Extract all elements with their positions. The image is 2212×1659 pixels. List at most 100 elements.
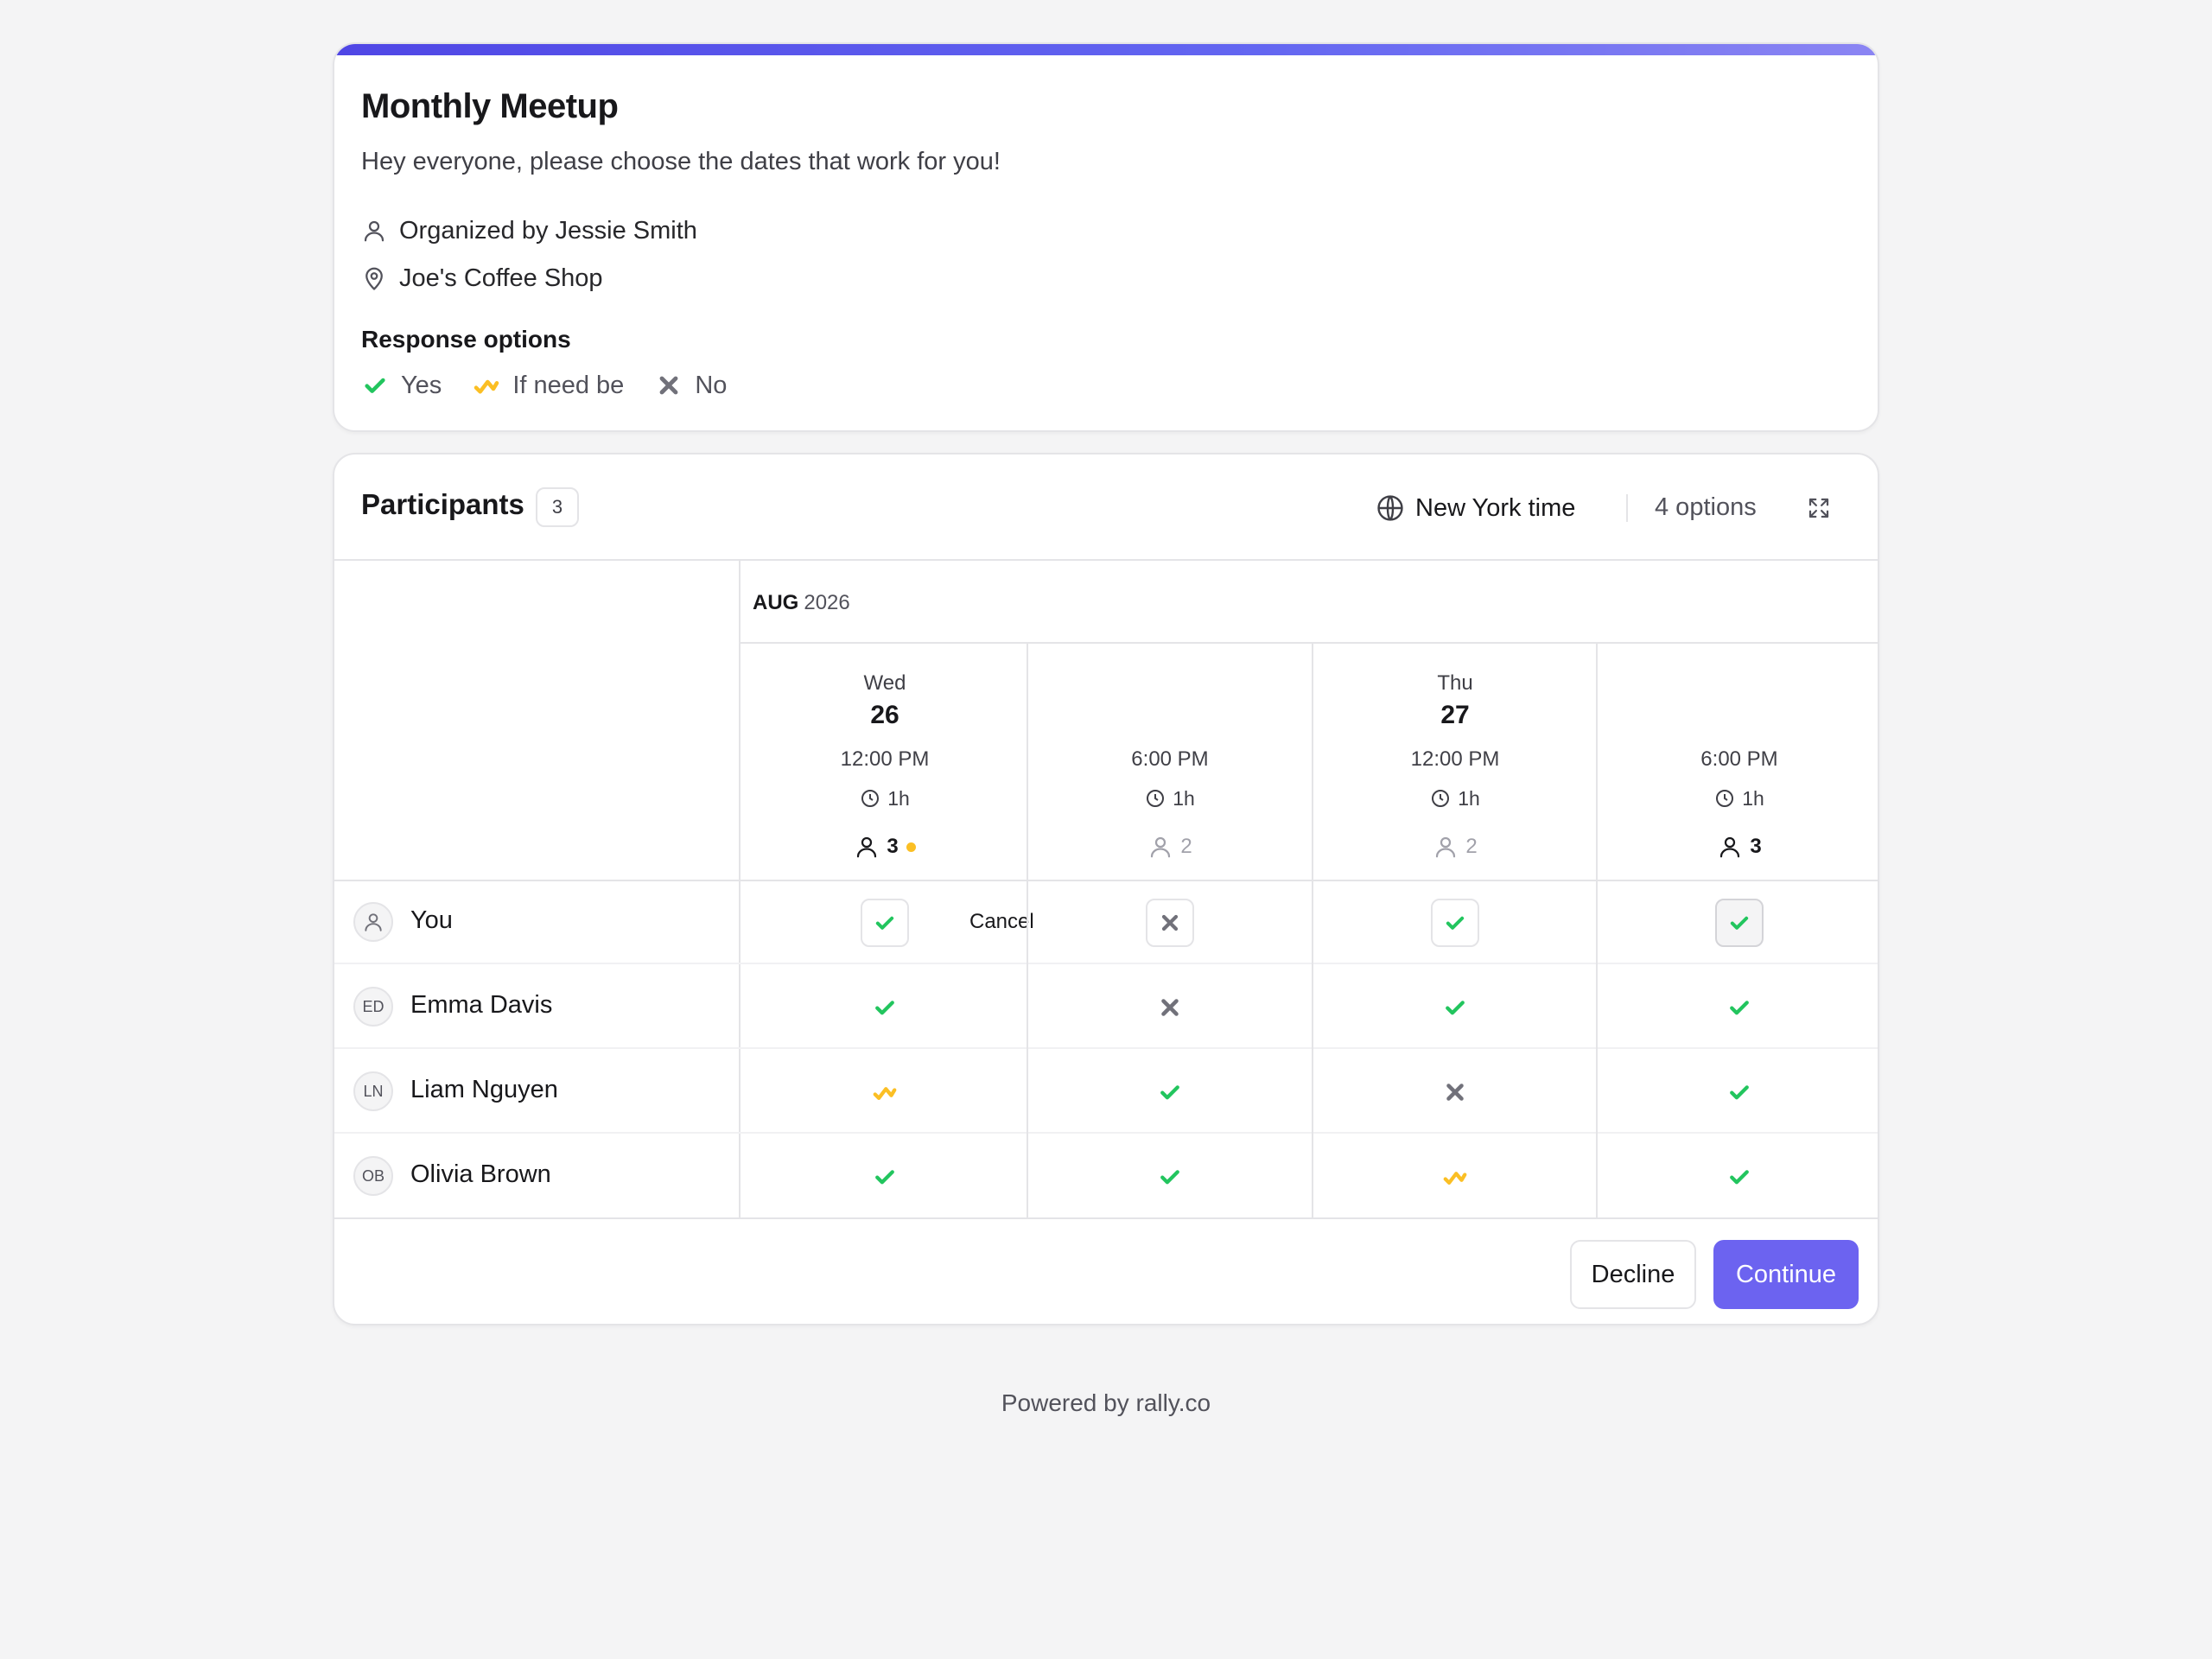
slot-count-value: 2 <box>1180 835 1192 858</box>
slot-count-value: 3 <box>887 835 899 858</box>
legend-yes: Yes <box>361 372 442 400</box>
clock-icon <box>861 790 880 807</box>
x-icon <box>659 376 678 395</box>
user-icon <box>1151 836 1171 858</box>
user-icon <box>1720 836 1740 858</box>
legend-no-label: No <box>695 371 728 399</box>
participant-row: OB Olivia Brown <box>334 1135 1878 1218</box>
vote-cell <box>1027 881 1312 964</box>
map-pin-icon <box>365 267 383 290</box>
participant-row: LN Liam Nguyen <box>334 1051 1878 1134</box>
vote-cell <box>1027 966 1312 1049</box>
day-weekday: Wed <box>863 671 906 695</box>
check-icon <box>1160 1085 1179 1100</box>
powered-by: Powered by rally.co <box>1001 1389 1211 1416</box>
avatar-initials: ED <box>362 997 385 1015</box>
if-need-be-icon <box>1443 1172 1467 1185</box>
slot-duration-label: 1h <box>1173 786 1195 810</box>
user-icon <box>1436 836 1456 858</box>
vote-cell <box>1596 1051 1878 1134</box>
month-header <box>741 561 1878 644</box>
expand-button[interactable] <box>1803 493 1834 524</box>
participant-name: You <box>410 906 453 934</box>
continue-button[interactable]: Continue <box>1713 1240 1859 1309</box>
location-text: Joe's Coffee Shop <box>399 264 603 292</box>
check-icon <box>1160 1170 1179 1185</box>
vote-cell <box>1596 966 1878 1049</box>
vote-cell <box>742 881 1027 964</box>
clock-icon <box>1147 790 1165 807</box>
avatar <box>353 902 393 942</box>
user-icon <box>364 220 385 242</box>
vote-toggle[interactable] <box>861 899 909 947</box>
check-icon <box>1730 1085 1749 1100</box>
vote-toggle[interactable] <box>1431 899 1479 947</box>
vote-cell <box>1312 881 1597 964</box>
user-icon <box>365 913 382 931</box>
day-number: 26 <box>870 701 899 729</box>
expand-icon <box>1808 498 1829 518</box>
vote-cell <box>1027 1051 1312 1134</box>
x-icon <box>1161 914 1179 931</box>
slot-duration: 1h <box>1028 785 1312 811</box>
slot-duration: 1h <box>742 785 1027 811</box>
avatar: ED <box>353 987 393 1027</box>
user-icon <box>857 836 877 858</box>
vote-toggle[interactable] <box>1146 899 1194 947</box>
participant-name: Liam Nguyen <box>410 1076 558 1103</box>
slot-duration-label: 1h <box>1458 786 1480 810</box>
vote-cell <box>1027 1135 1312 1218</box>
participant-name: Olivia Brown <box>410 1160 551 1188</box>
options-count: 4 options <box>1655 493 1757 521</box>
check-icon <box>1446 916 1465 930</box>
organizer-text: Organized by Jessie Smith <box>399 216 697 245</box>
check-icon <box>1730 1170 1749 1185</box>
clock-icon <box>1716 790 1734 807</box>
slot-count-value: 2 <box>1465 835 1478 858</box>
participants-card: Participants 3 New York time 4 options A… <box>333 453 1879 1325</box>
if-need-be-icon <box>474 379 499 394</box>
check-icon <box>875 1170 894 1185</box>
participants-header: Participants 3 New York time 4 options <box>334 454 1878 561</box>
vote-cell <box>742 966 1027 1049</box>
check-icon <box>1730 916 1749 930</box>
globe-icon <box>1377 495 1403 521</box>
slot-participant-count: 2 <box>1028 832 1312 861</box>
organizer-row: Organized by Jessie Smith <box>361 213 697 248</box>
timezone-button[interactable]: New York time <box>1376 487 1575 529</box>
pending-indicator <box>906 842 916 852</box>
vote-toggle[interactable] <box>1715 899 1764 947</box>
month-year: 2026 <box>804 591 850 614</box>
month-label: AUG 2026 <box>753 591 850 615</box>
vote-cell <box>1312 1135 1597 1218</box>
check-icon <box>875 916 894 930</box>
card-footer: Decline Continue <box>334 1217 1878 1324</box>
slot-duration-label: 1h <box>1742 786 1764 810</box>
poll-title: Monthly Meetup <box>361 87 619 125</box>
participant-rows: You Cancel ED Emma Davis LN Liam Nguyen OB Oliv… <box>334 880 1878 1218</box>
response-options-legend: Yes If need be No <box>361 368 758 403</box>
vote-cell <box>1312 1051 1597 1134</box>
avatar: OB <box>353 1156 393 1196</box>
vote-cell <box>742 1135 1027 1218</box>
vote-cell <box>1596 881 1878 964</box>
slot-duration-label: 1h <box>887 786 910 810</box>
vote-cell <box>1312 966 1597 1049</box>
check-icon <box>365 378 385 393</box>
participant-name: Emma Davis <box>410 991 553 1019</box>
day-weekday: Thu <box>1437 671 1473 695</box>
avatar: LN <box>353 1071 393 1111</box>
participant-row: ED Emma Davis <box>334 966 1878 1049</box>
x-icon <box>1446 1084 1464 1101</box>
if-need-be-icon <box>873 1087 897 1100</box>
poll-description: Hey everyone, please choose the dates th… <box>361 148 1001 175</box>
location-row: Joe's Coffee Shop <box>361 261 603 296</box>
poll-details-card: Monthly Meetup Hey everyone, please choo… <box>333 42 1879 432</box>
participant-count-badge: 3 <box>536 487 579 527</box>
participants-title: Participants <box>361 488 524 520</box>
slot-participant-count: 2 <box>1313 832 1597 861</box>
slot-time: 12:00 PM <box>1410 747 1500 771</box>
legend-if-need-be-label: If need be <box>512 371 625 399</box>
x-icon <box>1161 999 1179 1016</box>
decline-button[interactable]: Decline <box>1570 1240 1696 1309</box>
